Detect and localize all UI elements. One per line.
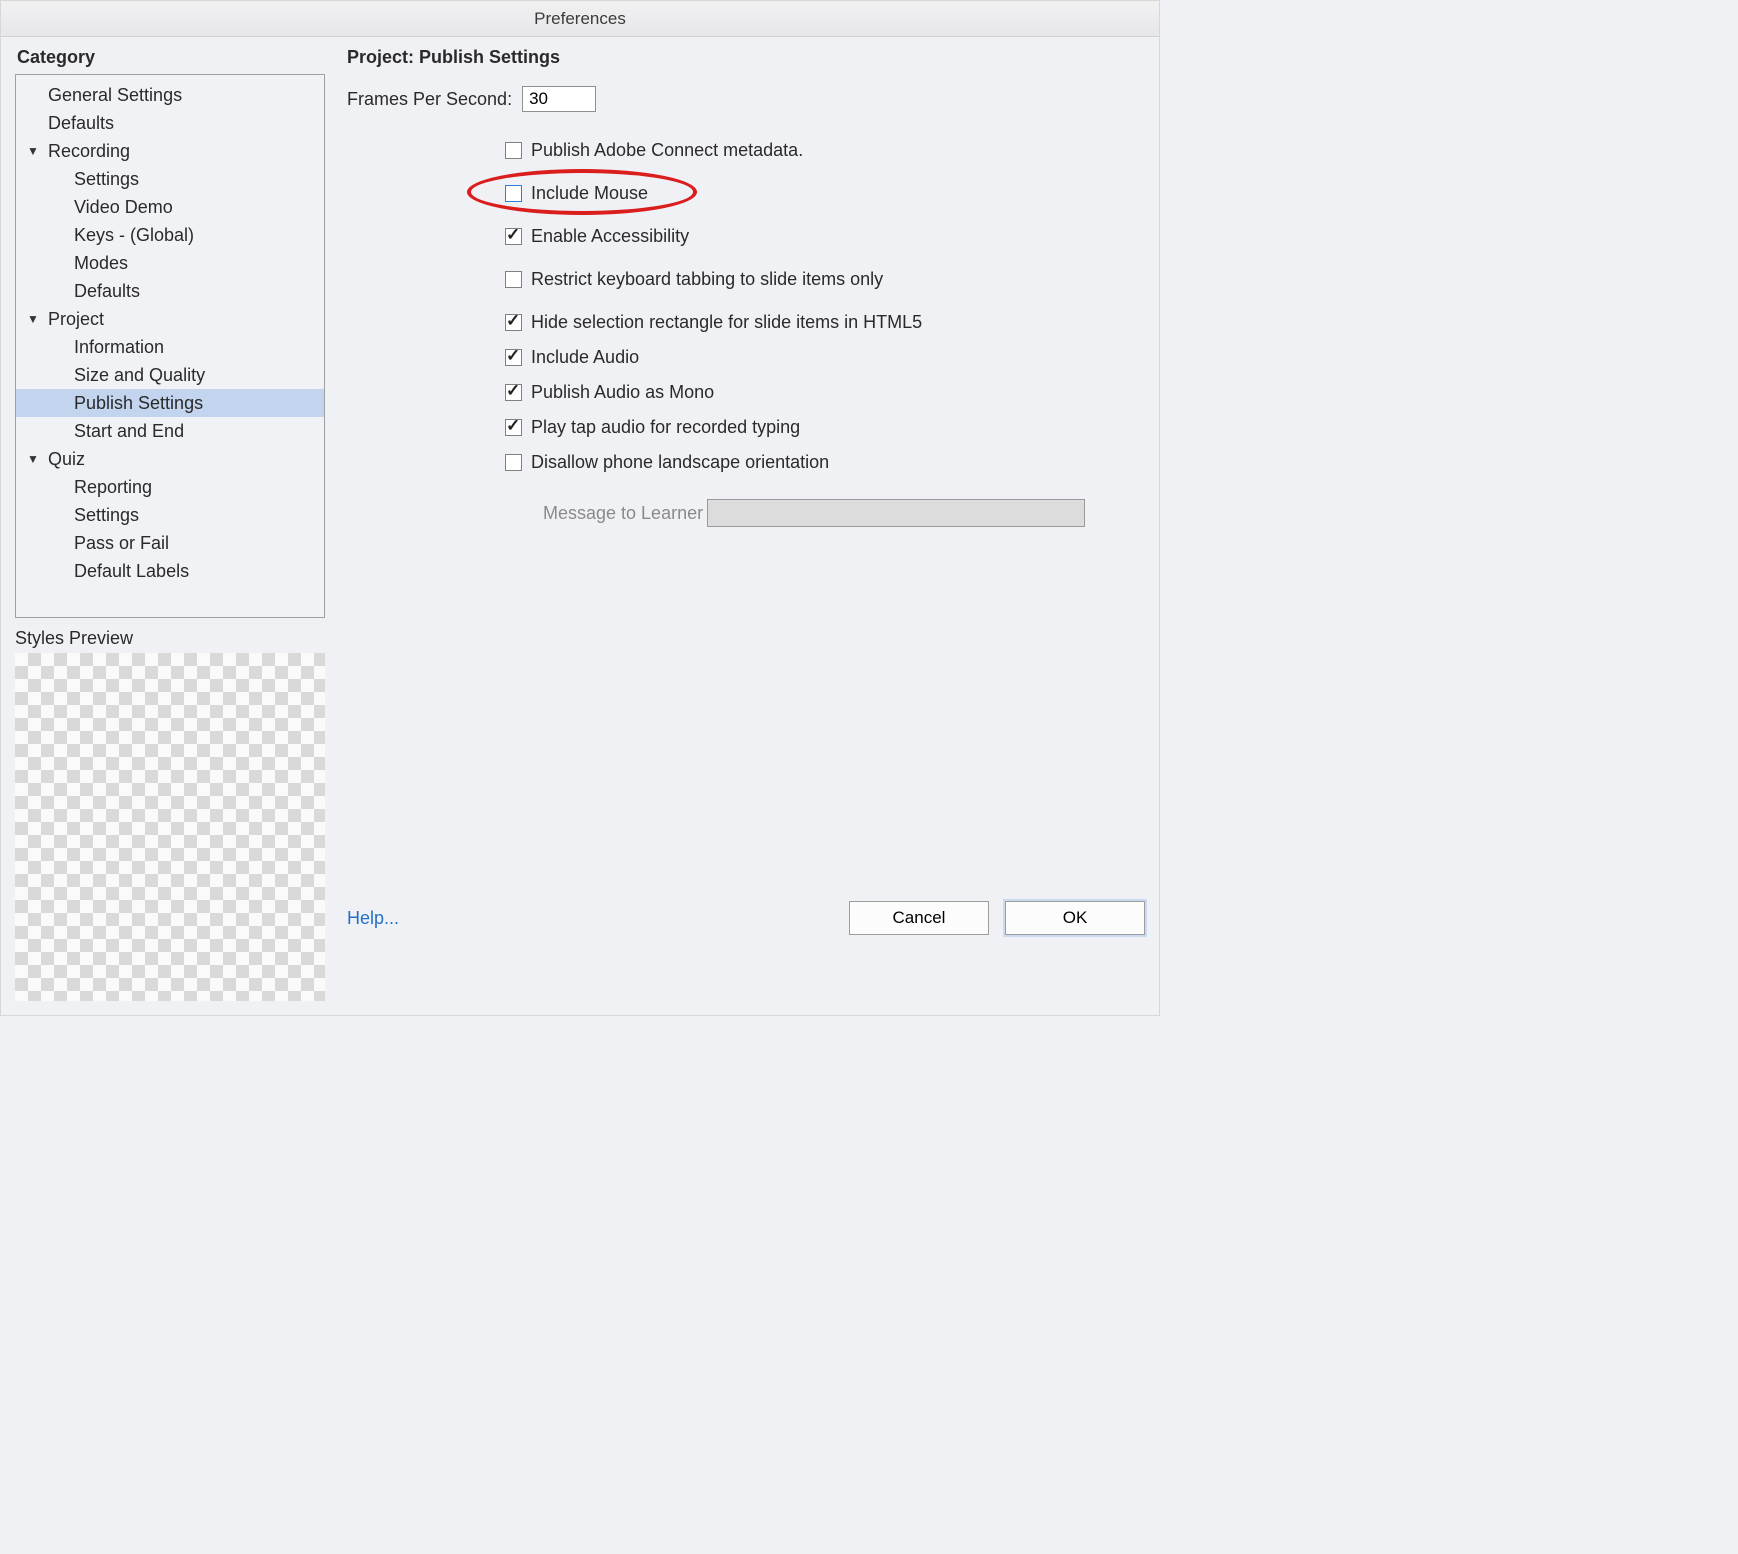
tree-item-label: Default Labels xyxy=(74,561,189,582)
checkbox-tap[interactable] xyxy=(505,419,522,436)
category-heading: Category xyxy=(17,47,325,68)
option-landscape: Disallow phone landscape orientation xyxy=(505,452,1145,473)
tree-item-general-settings[interactable]: ▶General Settings xyxy=(16,81,324,109)
tree-item-size-and-quality[interactable]: Size and Quality xyxy=(16,361,324,389)
tree-item-label: Modes xyxy=(74,253,128,274)
checkbox-label: Disallow phone landscape orientation xyxy=(531,452,829,473)
disclosure-triangle-icon[interactable]: ▼ xyxy=(24,452,42,466)
checkbox-mouse[interactable] xyxy=(505,185,522,202)
message-row: Message to Learner xyxy=(347,499,1145,527)
checkbox-mono[interactable] xyxy=(505,384,522,401)
checkbox-label: Enable Accessibility xyxy=(531,226,689,247)
tree-item-label: Publish Settings xyxy=(74,393,203,414)
tree-item-pass-or-fail[interactable]: Pass or Fail xyxy=(16,529,324,557)
fps-row: Frames Per Second: xyxy=(347,86,1145,112)
tree-item-label: Project xyxy=(42,309,104,330)
option-tap: Play tap audio for recorded typing xyxy=(505,417,1145,438)
tree-item-start-and-end[interactable]: Start and End xyxy=(16,417,324,445)
option-hiderect: Hide selection rectangle for slide items… xyxy=(505,312,1145,333)
styles-preview-area xyxy=(15,653,325,1001)
checkbox-label: Publish Audio as Mono xyxy=(531,382,714,403)
option-audio: Include Audio xyxy=(505,347,1145,368)
tree-item-default-labels[interactable]: Default Labels xyxy=(16,557,324,585)
option-mono: Publish Audio as Mono xyxy=(505,382,1145,403)
panel-title: Project: Publish Settings xyxy=(347,47,1145,68)
tree-item-label: Keys - (Global) xyxy=(74,225,194,246)
window-title: Preferences xyxy=(1,1,1159,37)
tree-item-quiz[interactable]: ▼Quiz xyxy=(16,445,324,473)
checkbox-label: Publish Adobe Connect metadata. xyxy=(531,140,803,161)
help-link[interactable]: Help... xyxy=(347,908,399,929)
checkbox-label: Restrict keyboard tabbing to slide items… xyxy=(531,269,883,290)
tree-item-settings[interactable]: Settings xyxy=(16,165,324,193)
tree-item-label: Settings xyxy=(74,169,139,190)
tree-item-keys-global-[interactable]: Keys - (Global) xyxy=(16,221,324,249)
tree-item-modes[interactable]: Modes xyxy=(16,249,324,277)
checkbox-label: Include Mouse xyxy=(531,183,648,204)
ok-button[interactable]: OK xyxy=(1005,901,1145,935)
checkbox-access[interactable] xyxy=(505,228,522,245)
tree-item-video-demo[interactable]: Video Demo xyxy=(16,193,324,221)
tree-item-label: Information xyxy=(74,337,164,358)
tree-item-information[interactable]: Information xyxy=(16,333,324,361)
disclosure-triangle-icon[interactable]: ▼ xyxy=(24,144,42,158)
footer: Help... Cancel OK xyxy=(347,901,1145,935)
tree-item-label: Settings xyxy=(74,505,139,526)
fps-label: Frames Per Second: xyxy=(347,89,512,110)
checkbox-label: Play tap audio for recorded typing xyxy=(531,417,800,438)
option-tabbing: Restrict keyboard tabbing to slide items… xyxy=(505,269,1145,290)
checkbox-connect[interactable] xyxy=(505,142,522,159)
tree-item-label: Video Demo xyxy=(74,197,173,218)
tree-item-defaults[interactable]: Defaults xyxy=(16,277,324,305)
tree-item-label: Recording xyxy=(42,141,130,162)
main-panel: Project: Publish Settings Frames Per Sec… xyxy=(325,47,1145,1001)
category-tree[interactable]: ▶General Settings▶Defaults▼RecordingSett… xyxy=(15,74,325,618)
tree-item-label: General Settings xyxy=(42,85,182,106)
tree-item-label: Pass or Fail xyxy=(74,533,169,554)
message-label: Message to Learner xyxy=(543,503,703,524)
tree-item-label: Defaults xyxy=(42,113,114,134)
options-group: Publish Adobe Connect metadata. Include M… xyxy=(347,140,1145,473)
tree-item-label: Start and End xyxy=(74,421,184,442)
checkbox-tabbing[interactable] xyxy=(505,271,522,288)
message-input xyxy=(707,499,1085,527)
tree-item-label: Reporting xyxy=(74,477,152,498)
tree-item-label: Defaults xyxy=(74,281,140,302)
checkbox-label: Include Audio xyxy=(531,347,639,368)
tree-item-defaults[interactable]: ▶Defaults xyxy=(16,109,324,137)
checkbox-landscape[interactable] xyxy=(505,454,522,471)
window-body: Category ▶General Settings▶Defaults▼Reco… xyxy=(1,37,1159,1015)
checkbox-label: Hide selection rectangle for slide items… xyxy=(531,312,922,333)
tree-item-publish-settings[interactable]: Publish Settings xyxy=(16,389,324,417)
sidebar: Category ▶General Settings▶Defaults▼Reco… xyxy=(15,47,325,1001)
fps-input[interactable] xyxy=(522,86,596,112)
preferences-window: Preferences Category ▶General Settings▶D… xyxy=(0,0,1160,1016)
option-connect: Publish Adobe Connect metadata. xyxy=(505,140,1145,161)
tree-item-label: Quiz xyxy=(42,449,85,470)
checkbox-audio[interactable] xyxy=(505,349,522,366)
checkbox-hiderect[interactable] xyxy=(505,314,522,331)
styles-preview-label: Styles Preview xyxy=(15,628,325,649)
option-access: Enable Accessibility xyxy=(505,226,1145,247)
tree-item-settings[interactable]: Settings xyxy=(16,501,324,529)
option-mouse: Include Mouse xyxy=(505,183,1145,204)
disclosure-triangle-icon[interactable]: ▼ xyxy=(24,312,42,326)
cancel-button[interactable]: Cancel xyxy=(849,901,989,935)
tree-item-project[interactable]: ▼Project xyxy=(16,305,324,333)
tree-item-label: Size and Quality xyxy=(74,365,205,386)
tree-item-reporting[interactable]: Reporting xyxy=(16,473,324,501)
tree-item-recording[interactable]: ▼Recording xyxy=(16,137,324,165)
